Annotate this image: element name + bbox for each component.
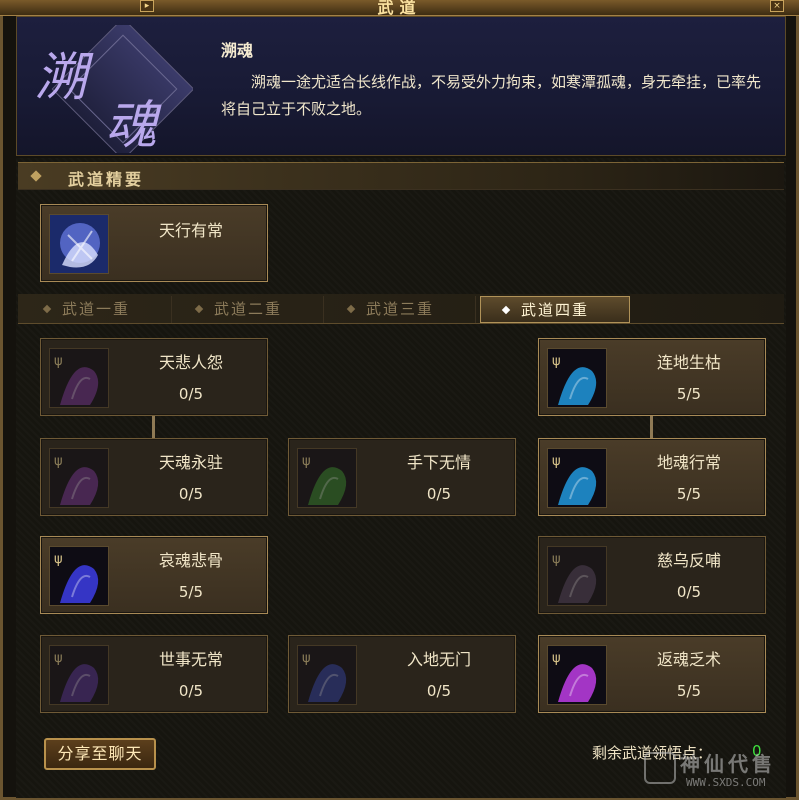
diamond-icon — [30, 170, 42, 182]
sect-header: 溯 魂 溯魂 溯魂一途尤适合长线作战，不易受外力拘束，如寒潭孤魂，身无牵挂，已率… — [16, 16, 786, 161]
skill-connector — [650, 415, 653, 439]
skill-name: 返魂乏术 — [656, 650, 721, 669]
tab-label: 武道一重 — [62, 300, 131, 318]
skill-connector — [152, 415, 155, 439]
skill-name: 天悲人怨 — [158, 353, 223, 372]
skill-name: 世事无常 — [158, 650, 223, 669]
skill-card[interactable]: ψ 世事无常 0/5 — [40, 635, 268, 713]
skill-card[interactable]: ψ 手下无情 0/5 — [288, 438, 516, 516]
blue-spirit-icon: ψ — [547, 348, 607, 408]
svg-text:ψ: ψ — [302, 651, 311, 666]
close-button[interactable]: × — [770, 0, 784, 12]
skill-name: 哀魂悲骨 — [158, 551, 223, 570]
crow-icon: ψ — [547, 546, 607, 606]
blue-spirit-icon: ψ — [547, 448, 607, 508]
purple-beast-icon: ψ — [49, 645, 109, 705]
svg-text:ψ: ψ — [552, 454, 561, 469]
skill-card[interactable]: ψ 入地无门 0/5 — [288, 635, 516, 713]
svg-text:ψ: ψ — [552, 552, 561, 567]
tab-tier-4[interactable]: 武道四重 — [480, 296, 630, 323]
skill-level: 0/5 — [178, 485, 204, 503]
svg-text:ψ: ψ — [302, 454, 311, 469]
green-spirit-icon: ψ — [297, 448, 357, 508]
sect-emblem: 溯 魂 — [23, 17, 195, 161]
watermark-url: WWW.SXDS.COM — [686, 776, 766, 789]
svg-text:ψ: ψ — [54, 651, 63, 666]
tab-label: 武道三重 — [366, 300, 435, 318]
blue-wave-icon: ψ — [297, 645, 357, 705]
skill-level: 0/5 — [676, 583, 702, 601]
svg-text:ψ: ψ — [54, 454, 63, 469]
tab-tier-1[interactable]: 武道一重 — [22, 296, 172, 323]
svg-text:ψ: ψ — [54, 552, 63, 567]
spirit-fist-icon — [49, 214, 109, 274]
window-titlebar[interactable]: ▸ 武道 × — [0, 0, 799, 17]
skill-name: 手下无情 — [406, 453, 471, 472]
svg-text:ψ: ψ — [54, 354, 63, 369]
diamond-icon — [42, 304, 52, 314]
skill-level: 5/5 — [676, 682, 702, 700]
skill-level: 5/5 — [676, 485, 702, 503]
essential-skill-name: 天行有常 — [158, 221, 223, 240]
skill-level: 0/5 — [178, 682, 204, 700]
skill-name: 连地生枯 — [656, 353, 721, 372]
tab-label: 武道二重 — [214, 300, 283, 318]
skill-level: 0/5 — [426, 485, 452, 503]
diamond-icon — [501, 305, 511, 315]
skill-level: 5/5 — [676, 385, 702, 403]
svg-text:ψ: ψ — [552, 354, 561, 369]
skill-card[interactable]: ψ 慈乌反哺 0/5 — [538, 536, 766, 614]
violet-spirit-icon: ψ — [547, 645, 607, 705]
skill-name: 地魂行常 — [656, 453, 721, 472]
sect-name: 溯魂 — [221, 41, 254, 60]
tab-label: 武道四重 — [521, 301, 590, 319]
purple-spirit-icon: ψ — [49, 448, 109, 508]
skill-card[interactable]: ψ 天魂永驻 0/5 — [40, 438, 268, 516]
tier-tabs: 武道一重 武道二重 武道三重 武道四重 — [18, 294, 784, 324]
skill-card[interactable]: ψ 地魂行常 5/5 — [538, 438, 766, 516]
tab-tier-2[interactable]: 武道二重 — [174, 296, 324, 323]
tab-tier-3[interactable]: 武道三重 — [326, 296, 476, 323]
skill-card[interactable]: ψ 连地生枯 5/5 — [538, 338, 766, 416]
diamond-icon — [346, 304, 356, 314]
purple-spirit-icon: ψ — [49, 348, 109, 408]
watermark-logo-icon — [644, 752, 676, 784]
skill-card[interactable]: ψ 返魂乏术 5/5 — [538, 635, 766, 713]
watermark: 神仙代售 WWW.SXDS.COM — [640, 748, 796, 794]
essentials-title: 武道精要 — [68, 170, 145, 189]
essential-skill-card[interactable]: 天行有常 — [40, 204, 268, 282]
skill-name: 入地无门 — [406, 650, 471, 669]
skill-level: 0/5 — [426, 682, 452, 700]
blue-flame-icon: ψ — [49, 546, 109, 606]
emblem-char-2-icon: 魂 — [105, 96, 162, 153]
sect-description: 溯魂一途尤适合长线作战，不易受外力拘束，如寒潭孤魂，身无牵挂，已率先将自己立于不… — [221, 73, 762, 118]
skill-card[interactable]: ψ 天悲人怨 0/5 — [40, 338, 268, 416]
skill-level: 5/5 — [178, 583, 204, 601]
skill-level: 0/5 — [178, 385, 204, 403]
skill-name: 慈乌反哺 — [656, 551, 721, 570]
skill-name: 天魂永驻 — [158, 453, 223, 472]
svg-text:ψ: ψ — [552, 651, 561, 666]
emblem-char-1-icon: 溯 — [35, 48, 94, 108]
essentials-section-bar: 武道精要 — [18, 162, 784, 190]
watermark-text: 神仙代售 — [680, 752, 776, 776]
diamond-icon — [194, 304, 204, 314]
skill-card[interactable]: ψ 哀魂悲骨 5/5 — [40, 536, 268, 614]
share-to-chat-button[interactable]: 分享至聊天 — [44, 738, 156, 770]
